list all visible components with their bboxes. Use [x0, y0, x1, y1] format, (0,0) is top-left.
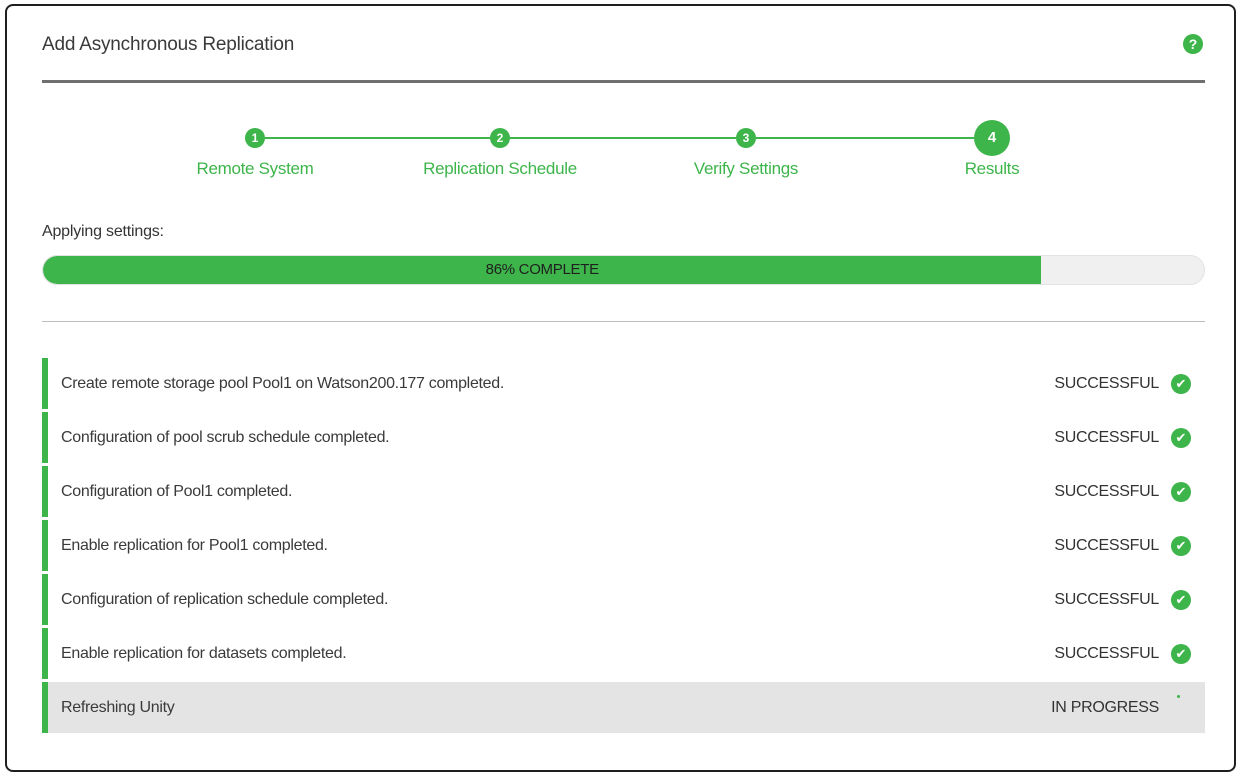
progress-label: 86% COMPLETE — [485, 261, 599, 278]
check-circle-icon: ✔ — [1171, 590, 1191, 610]
result-status: SUCCESSFUL — [1054, 537, 1159, 554]
step-2-badge: 2 — [490, 128, 510, 148]
question-circle-icon[interactable]: ? — [1183, 34, 1203, 54]
title-divider — [42, 80, 1205, 83]
check-circle-icon: ✔ — [1171, 482, 1191, 502]
result-status: SUCCESSFUL — [1054, 483, 1159, 500]
check-circle-icon: ✔ — [1171, 428, 1191, 448]
result-row: Refreshing Unity IN PROGRESS — [42, 682, 1205, 733]
check-circle-icon: ✔ — [1171, 374, 1191, 394]
result-status: SUCCESSFUL — [1054, 429, 1159, 446]
result-message: Configuration of replication schedule co… — [61, 591, 389, 608]
result-message: Refreshing Unity — [61, 699, 175, 716]
step-1-badge: 1 — [245, 128, 265, 148]
result-message: Create remote storage pool Pool1 on Wats… — [61, 375, 505, 392]
result-status: SUCCESSFUL — [1054, 645, 1159, 662]
step-1-label: Remote System — [196, 159, 314, 178]
result-message: Configuration of Pool1 completed. — [61, 483, 293, 500]
step-3-badge: 3 — [736, 128, 756, 148]
result-row: Create remote storage pool Pool1 on Wats… — [42, 358, 1205, 409]
check-circle-icon: ✔ — [1171, 536, 1191, 556]
step-4-label: Results — [964, 159, 1020, 178]
result-message: Configuration of pool scrub schedule com… — [61, 429, 390, 446]
result-row: Enable replication for datasets complete… — [42, 628, 1205, 679]
result-row: Configuration of pool scrub schedule com… — [42, 412, 1205, 463]
result-status: SUCCESSFUL — [1054, 591, 1159, 608]
applying-settings-label: Applying settings: — [42, 223, 164, 240]
step-2-label: Replication Schedule — [423, 159, 577, 178]
step-3-label: Verify Settings — [693, 159, 799, 178]
step-connector-3-4 — [756, 137, 974, 139]
section-divider — [42, 321, 1205, 322]
dialog-title: Add Asynchronous Replication — [42, 34, 295, 55]
result-message: Enable replication for datasets complete… — [61, 645, 347, 662]
check-circle-icon: ✔ — [1171, 644, 1191, 664]
result-message: Enable replication for Pool1 completed. — [61, 537, 328, 554]
result-status: IN PROGRESS — [1051, 699, 1159, 716]
step-4-badge: 4 — [974, 120, 1010, 156]
step-connector-2-3 — [510, 137, 736, 139]
results-list: Create remote storage pool Pool1 on Wats… — [42, 358, 1205, 736]
result-row: Configuration of replication schedule co… — [42, 574, 1205, 625]
step-connector-1-2 — [265, 137, 490, 139]
result-row: Enable replication for Pool1 completed. S… — [42, 520, 1205, 571]
spinner-icon — [1177, 695, 1183, 698]
result-status: SUCCESSFUL — [1054, 375, 1159, 392]
result-row: Configuration of Pool1 completed. SUCCESS… — [42, 466, 1205, 517]
progress-bar: 86% COMPLETE — [42, 255, 1205, 285]
